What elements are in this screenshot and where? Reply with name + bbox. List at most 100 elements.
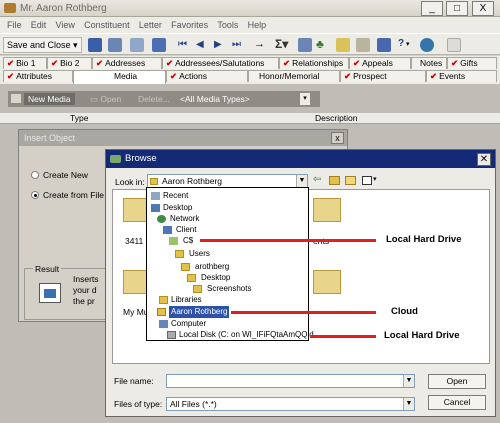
- notes-icon[interactable]: [336, 38, 350, 52]
- cancel-button[interactable]: Cancel: [428, 395, 486, 410]
- nav-prev-icon[interactable]: ◀: [196, 39, 204, 50]
- save-icon[interactable]: [88, 38, 102, 52]
- folder-icon: [175, 250, 184, 258]
- chevron-down-icon: ▾: [300, 93, 310, 105]
- back-icon[interactable]: ⇦: [313, 174, 321, 185]
- menu-view[interactable]: View: [56, 17, 75, 33]
- tab-addressees[interactable]: ✔ Addressees/Salutations: [162, 57, 279, 69]
- up-folder-icon[interactable]: [329, 176, 340, 185]
- dropdown-item-local-disk[interactable]: Local Disk (C: on WI_IFiFQtaAmQQld: [147, 329, 314, 341]
- tab-gifts[interactable]: ✔ Gifts: [447, 57, 497, 69]
- preview-icon[interactable]: [130, 38, 144, 52]
- drive-icon: [169, 237, 178, 245]
- tab-relationships[interactable]: ✔ Relationships: [279, 57, 349, 69]
- tab-row-1: ✔ Bio 1 ✔ Bio 2 ✔ Addresses ✔ Addressees/Sal…: [0, 56, 500, 69]
- look-in-value: Aaron Rothberg: [162, 176, 223, 186]
- tab-prospect[interactable]: ✔ Prospect: [340, 70, 426, 82]
- folder-icon[interactable]: [313, 198, 341, 222]
- dropdown-item-recent[interactable]: Recent: [147, 190, 308, 202]
- dropdown-item-libraries[interactable]: Libraries: [147, 294, 308, 306]
- computer-icon: [159, 320, 168, 328]
- result-text-3: the pr: [73, 296, 95, 306]
- annotation-cloud: Cloud: [391, 306, 418, 317]
- nav-next-icon[interactable]: ▶: [214, 39, 222, 50]
- menu-file[interactable]: File: [7, 17, 22, 33]
- tab-honor-memorial[interactable]: Honor/Memorial: [248, 70, 340, 82]
- check-icon: ✔: [7, 58, 15, 68]
- tab-attributes[interactable]: ✔ Attributes: [3, 70, 73, 82]
- print-icon[interactable]: [108, 38, 122, 52]
- browse-close-button[interactable]: ✕: [477, 153, 491, 166]
- tab-label: Prospect: [353, 71, 387, 81]
- check-icon: ✔: [166, 58, 174, 68]
- nav-first-icon[interactable]: ⏮: [178, 39, 187, 50]
- recent-icon: [151, 192, 160, 200]
- properties-icon[interactable]: [152, 38, 166, 52]
- chevron-down-icon[interactable]: ▾: [373, 175, 377, 183]
- chevron-down-icon: ▼: [403, 375, 414, 387]
- maximize-button[interactable]: □: [446, 1, 468, 16]
- query-icon[interactable]: [298, 38, 312, 52]
- create-from-file-radio[interactable]: [31, 191, 39, 199]
- create-new-label: Create New: [43, 170, 88, 180]
- new-folder-icon[interactable]: [345, 176, 356, 185]
- col-description[interactable]: Description: [315, 113, 358, 124]
- menu-letter[interactable]: Letter: [139, 17, 162, 33]
- filter-value: <All Media Types>: [180, 94, 250, 104]
- tab-appeals[interactable]: ✔ Appeals: [349, 57, 411, 69]
- menu-tools[interactable]: Tools: [217, 17, 238, 33]
- chart-glyph: [44, 289, 56, 298]
- word-icon[interactable]: [377, 38, 391, 52]
- open-label: Open: [100, 94, 122, 104]
- app-logo-icon: [4, 3, 16, 13]
- new-media-button[interactable]: New Media: [24, 93, 75, 105]
- save-close-button[interactable]: Save and Close ▾: [3, 37, 82, 53]
- web-icon[interactable]: [420, 38, 434, 52]
- look-in-combo[interactable]: Aaron Rothberg ▼: [147, 174, 308, 188]
- family-tree-icon[interactable]: ♣: [316, 37, 324, 51]
- files-of-type-label: Files of type:: [114, 399, 163, 409]
- delete-button[interactable]: Delete...: [138, 93, 170, 105]
- tab-notes[interactable]: Notes: [411, 57, 447, 69]
- page-icon[interactable]: [447, 38, 461, 52]
- insert-object-close-button[interactable]: x: [331, 132, 344, 144]
- help-dropdown-icon[interactable]: ▾: [406, 40, 410, 48]
- tab-bio1[interactable]: ✔ Bio 1: [3, 57, 47, 69]
- help-icon[interactable]: ?: [398, 38, 404, 49]
- check-icon: ✔: [451, 58, 459, 68]
- menu-edit[interactable]: Edit: [31, 17, 47, 33]
- menu-help[interactable]: Help: [248, 17, 267, 33]
- minimize-button[interactable]: _: [421, 1, 443, 16]
- tab-addresses[interactable]: ✔ Addresses: [92, 57, 162, 69]
- folder-icon: [187, 274, 196, 282]
- menu-favorites[interactable]: Favorites: [171, 17, 208, 33]
- nav-last-icon[interactable]: ⏭: [232, 39, 241, 50]
- files-of-type-select[interactable]: All Files (*.*) ▼: [166, 397, 415, 411]
- col-type[interactable]: Type: [70, 113, 88, 124]
- sum-icon[interactable]: Σ▾: [275, 37, 288, 51]
- insert-object-title: Insert Object: [19, 130, 347, 146]
- view-menu-icon[interactable]: [362, 176, 372, 185]
- tab-label: Honor/Memorial: [259, 71, 320, 81]
- browse-titlebar: Browse: [106, 150, 495, 168]
- goto-arrow-icon[interactable]: →: [254, 38, 265, 50]
- tab-events[interactable]: ✔ Events: [426, 70, 497, 82]
- folder-icon[interactable]: [313, 270, 341, 294]
- close-button[interactable]: X: [472, 1, 494, 16]
- tab-row-2: ✔ Attributes Media ✔ Actions Honor/Memoria…: [0, 69, 500, 84]
- envelope-icon[interactable]: [356, 38, 370, 52]
- tab-actions[interactable]: ✔ Actions: [166, 70, 248, 82]
- tab-bio2[interactable]: ✔ Bio 2: [47, 57, 92, 69]
- open-button[interactable]: ▭ Open: [90, 93, 121, 105]
- chevron-down-icon: ▼: [296, 175, 307, 187]
- media-type-filter[interactable]: <All Media Types> ▾: [180, 93, 310, 105]
- dropdown-item-users[interactable]: Users: [147, 248, 308, 260]
- tab-media[interactable]: Media: [73, 70, 166, 84]
- open-file-button[interactable]: Open: [428, 374, 486, 389]
- create-new-radio[interactable]: [31, 171, 39, 179]
- file-name-input[interactable]: ▼: [166, 374, 415, 388]
- tab-label: Actions: [179, 71, 207, 81]
- check-icon: ✔: [170, 71, 178, 81]
- menu-constituent[interactable]: Constituent: [84, 17, 130, 33]
- result-text-2: your d: [73, 285, 97, 295]
